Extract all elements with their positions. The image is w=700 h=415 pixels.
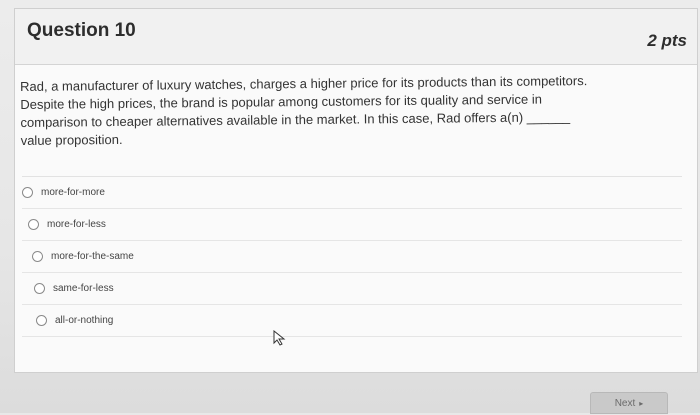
answer-option-more-for-more[interactable]: more-for-more [22,177,682,209]
answer-option-all-or-nothing[interactable]: all-or-nothing [22,305,682,337]
answer-label: more-for-more [41,187,105,198]
screen: Question 10 2 pts Rad, a manufacturer of… [0,0,700,414]
radio-button-icon[interactable] [36,315,47,326]
answer-label: same-for-less [53,283,114,294]
chevron-right-icon: ▸ [639,399,644,408]
question-text: Rad, a manufacturer of luxury watches, c… [20,71,661,150]
radio-button-icon[interactable] [22,187,33,198]
answer-label: more-for-the-same [51,251,134,262]
question-title: Question 10 [27,20,136,41]
radio-button-icon[interactable] [32,251,43,262]
question-points: 2 pts [647,31,687,50]
answer-option-same-for-less[interactable]: same-for-less [22,273,682,305]
answer-option-more-for-the-same[interactable]: more-for-the-same [22,241,682,273]
answer-option-more-for-less[interactable]: more-for-less [22,209,682,241]
answer-label: all-or-nothing [55,315,114,326]
radio-button-icon[interactable] [28,219,39,230]
next-button[interactable]: Next ▸ [590,392,668,414]
mouse-pointer-icon [273,330,286,346]
answer-label: more-for-less [47,219,106,230]
next-button-label: Next [614,398,636,409]
radio-button-icon[interactable] [34,283,45,294]
question-header: Question 10 2 pts [15,9,697,65]
answer-list: more-for-more more-for-less more-for-the… [22,176,682,337]
